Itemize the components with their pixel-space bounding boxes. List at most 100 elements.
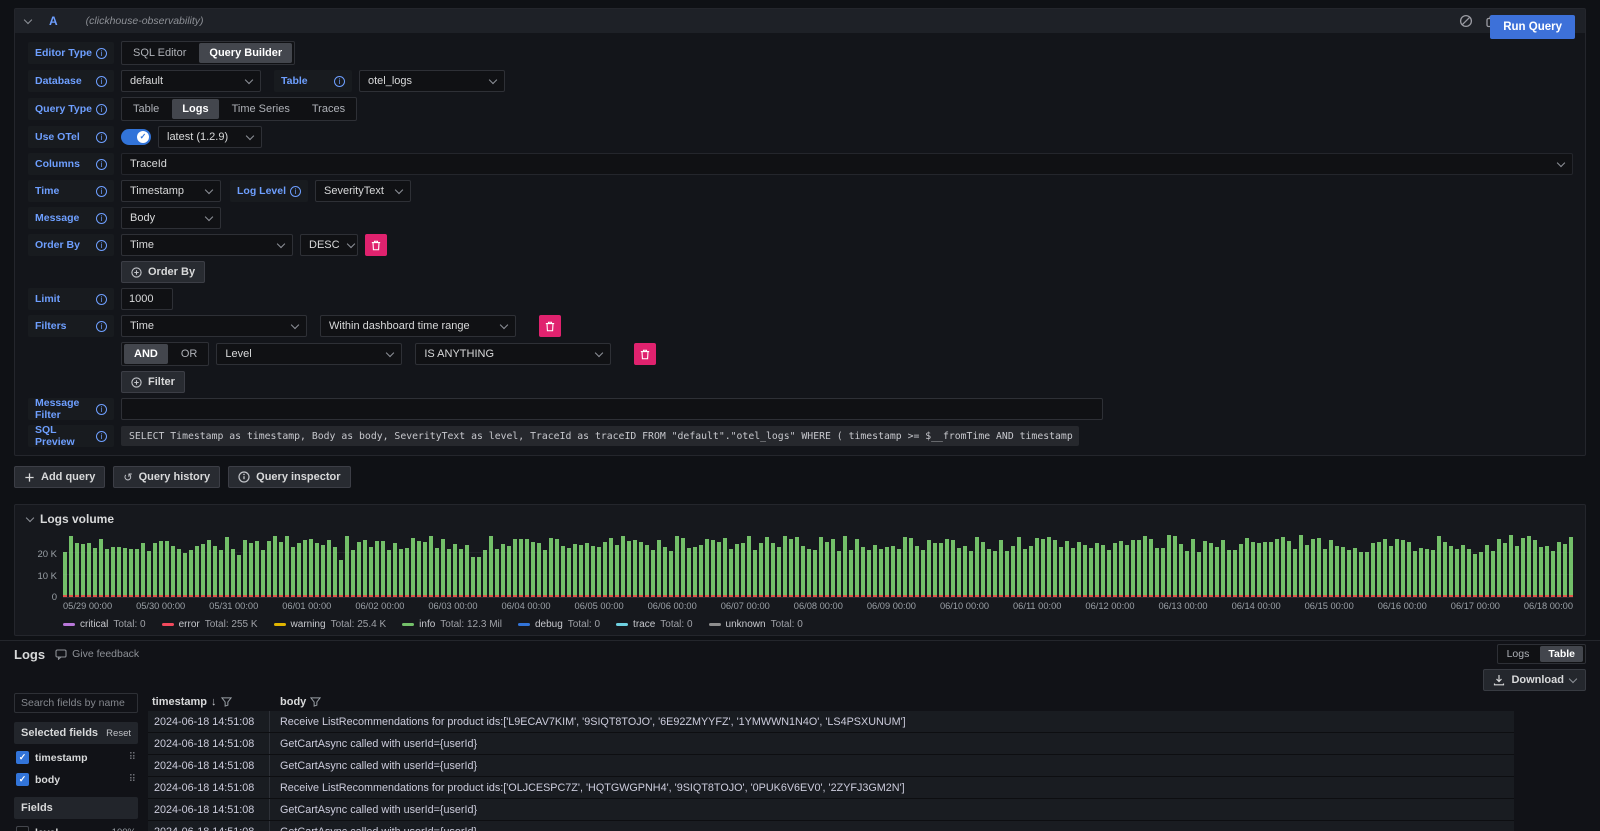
info-icon[interactable]: i <box>96 404 107 415</box>
query-type-time-series[interactable]: Time Series <box>221 98 301 120</box>
download-icon <box>1493 674 1505 686</box>
checkbox-checked[interactable]: ✓ <box>16 751 29 764</box>
remove-filter2-button[interactable] <box>634 343 656 365</box>
columns-multiselect[interactable]: TraceId <box>121 153 1573 175</box>
checkbox-unchecked[interactable] <box>16 826 29 831</box>
reset-fields-button[interactable]: Reset <box>106 728 131 739</box>
filter2-operator-select[interactable]: IS ANYTHING <box>415 343 611 365</box>
filter-icon[interactable] <box>310 697 321 707</box>
info-icon[interactable]: i <box>96 186 107 197</box>
filter-and-option[interactable]: AND <box>124 344 168 364</box>
view-table-option[interactable]: Table <box>1540 646 1583 662</box>
body-cell: GetCartAsync called with userId={userId} <box>270 826 477 831</box>
legend-item-error[interactable]: errorTotal: 255 K <box>162 619 258 630</box>
info-icon[interactable]: i <box>96 132 107 143</box>
view-logs-option[interactable]: Logs <box>1498 645 1539 663</box>
x-tick: 05/29 00:00 <box>63 601 112 613</box>
order-by-field-select[interactable]: Time <box>121 234 293 256</box>
info-icon[interactable]: i <box>290 186 301 197</box>
info-icon[interactable]: i <box>96 294 107 305</box>
filter-icon[interactable] <box>221 697 232 707</box>
query-inspector-button[interactable]: Query inspector <box>228 466 350 488</box>
limit-input[interactable] <box>121 288 173 310</box>
info-icon[interactable]: i <box>96 213 107 224</box>
selected-field-body[interactable]: ✓body⠿ <box>14 771 138 788</box>
table-row[interactable]: 2024-06-18 14:51:08GetCartAsync called w… <box>148 799 1514 821</box>
filter-or-option[interactable]: OR <box>170 343 209 365</box>
table-select[interactable]: otel_logs <box>359 70 505 92</box>
body-column-header[interactable]: body <box>270 696 321 708</box>
query-type-traces[interactable]: Traces <box>301 98 356 120</box>
add-query-button[interactable]: Add query <box>14 466 105 488</box>
table-row[interactable]: 2024-06-18 14:51:08Receive ListRecommend… <box>148 711 1514 733</box>
info-icon[interactable]: i <box>334 76 345 87</box>
filter-field-select[interactable]: Time <box>121 315 307 337</box>
time-label: Time i <box>28 180 114 202</box>
drag-handle[interactable]: ⠿ <box>129 752 136 763</box>
collapse-query-icon[interactable] <box>24 15 32 23</box>
available-field-level[interactable]: level100% <box>14 824 138 831</box>
editor-type-query-builder[interactable]: Query Builder <box>199 43 292 63</box>
volume-bar <box>339 560 343 597</box>
info-icon[interactable]: i <box>96 431 107 442</box>
add-order-by-button[interactable]: Order By <box>121 261 205 283</box>
table-row[interactable]: 2024-06-18 14:51:08GetCartAsync called w… <box>148 733 1514 755</box>
add-filter-button[interactable]: Filter <box>121 371 185 393</box>
query-history-button[interactable]: ↺ Query history <box>113 466 220 488</box>
volume-bar <box>663 547 667 598</box>
history-icon: ↺ <box>123 471 132 484</box>
download-button[interactable]: Download <box>1483 669 1586 691</box>
volume-bar <box>1311 539 1315 597</box>
x-tick: 06/01 00:00 <box>282 601 331 613</box>
query-type-table[interactable]: Table <box>122 98 170 120</box>
logs-volume-plot[interactable] <box>63 534 1573 598</box>
chevron-down-icon <box>205 212 213 220</box>
table-row[interactable]: 2024-06-18 14:51:08GetCartAsync called w… <box>148 755 1514 777</box>
body-cell: Receive ListRecommendations for product … <box>270 782 905 794</box>
info-icon[interactable]: i <box>96 76 107 87</box>
timestamp-column-header[interactable]: timestamp ↓ <box>148 696 270 708</box>
legend-item-warning[interactable]: warningTotal: 25.4 K <box>274 619 387 630</box>
give-feedback-link[interactable]: Give feedback <box>55 648 139 660</box>
query-header[interactable]: A (clickhouse-observability) ⠿ <box>15 9 1585 33</box>
sort-desc-icon[interactable]: ↓ <box>211 696 217 708</box>
disable-query-icon[interactable] <box>1459 14 1473 28</box>
info-icon[interactable]: i <box>96 104 107 115</box>
info-icon[interactable]: i <box>96 48 107 59</box>
time-column-select[interactable]: Timestamp <box>121 180 221 202</box>
query-type-logs[interactable]: Logs <box>172 99 218 119</box>
log-level-select[interactable]: SeverityText <box>315 180 411 202</box>
filter-operator-select[interactable]: Within dashboard time range <box>320 315 516 337</box>
table-row[interactable]: 2024-06-18 14:51:08GetCartAsync called w… <box>148 821 1514 831</box>
info-icon[interactable]: i <box>96 159 107 170</box>
legend-item-debug[interactable]: debugTotal: 0 <box>518 619 600 630</box>
filter2-field-select[interactable]: Level <box>216 343 402 365</box>
volume-bar <box>1341 547 1345 597</box>
table-row[interactable]: 2024-06-18 14:51:08Receive ListRecommend… <box>148 777 1514 799</box>
drag-handle[interactable]: ⠿ <box>129 774 136 785</box>
legend-item-trace[interactable]: traceTotal: 0 <box>616 619 692 630</box>
search-fields-input[interactable] <box>14 693 138 713</box>
remove-filter-button[interactable] <box>539 315 561 337</box>
volume-bar <box>141 543 145 597</box>
legend-item-info[interactable]: infoTotal: 12.3 Mil <box>402 619 502 630</box>
editor-type-sql-editor[interactable]: SQL Editor <box>122 42 197 64</box>
order-by-direction-select[interactable]: DESC <box>300 234 358 256</box>
volume-bar <box>1533 540 1537 597</box>
legend-item-critical[interactable]: criticalTotal: 0 <box>63 619 146 630</box>
info-icon[interactable]: i <box>96 321 107 332</box>
collapse-panel-icon[interactable] <box>26 513 34 521</box>
info-icon[interactable]: i <box>96 240 107 251</box>
use-otel-toggle[interactable]: ✓ <box>121 129 151 145</box>
legend-item-unknown[interactable]: unknownTotal: 0 <box>709 619 803 630</box>
checkbox-checked[interactable]: ✓ <box>16 773 29 786</box>
otel-version-select[interactable]: latest (1.2.9) <box>158 126 262 148</box>
message-filter-input[interactable] <box>121 398 1103 420</box>
database-select[interactable]: default <box>121 70 261 92</box>
message-column-select[interactable]: Body <box>121 207 221 229</box>
body-cell: Receive ListRecommendations for product … <box>270 716 906 728</box>
legend-total: Total: 12.3 Mil <box>440 619 502 630</box>
legend-label: debug <box>535 619 563 630</box>
remove-order-by-button[interactable] <box>365 234 387 256</box>
selected-field-timestamp[interactable]: ✓timestamp⠿ <box>14 749 138 766</box>
